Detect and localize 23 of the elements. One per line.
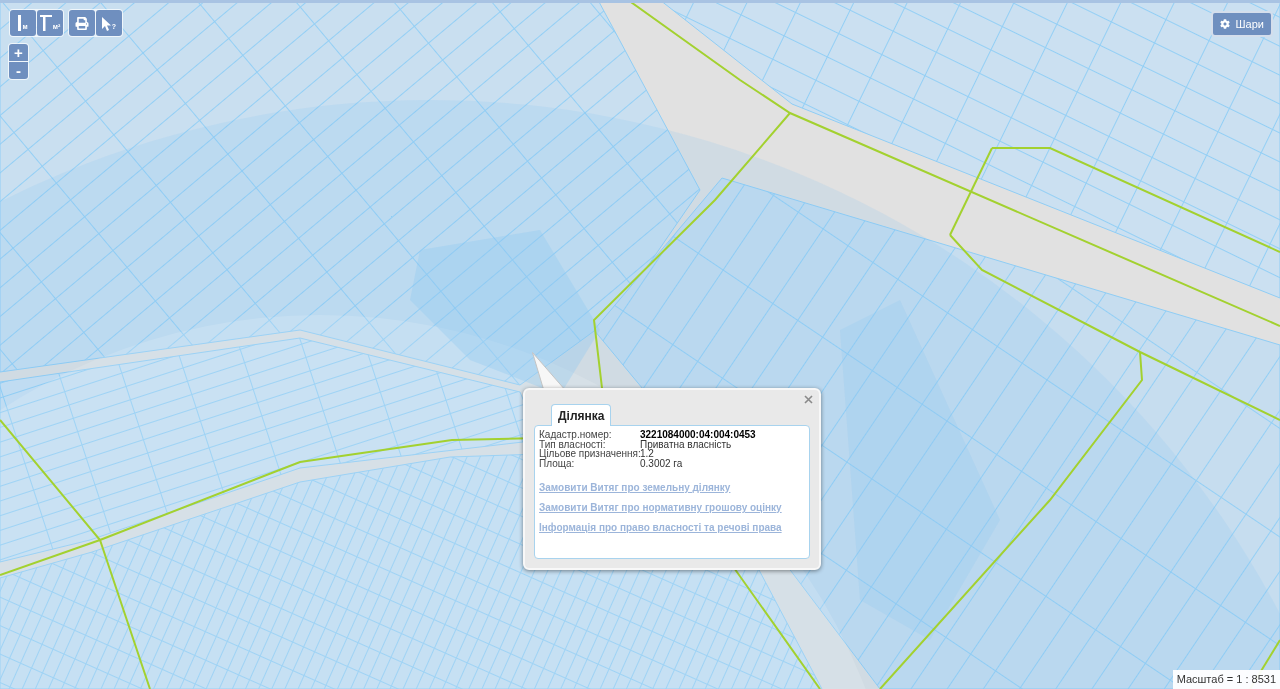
cursor-icon xyxy=(101,17,111,31)
field-label: Цільове призначення: xyxy=(539,449,640,459)
field-value: 3221084000:04:004:0453 xyxy=(640,430,757,440)
t-square-icon xyxy=(39,15,52,31)
info-link[interactable]: Інформація про право власності та речові права xyxy=(539,522,782,534)
print-icon xyxy=(75,17,89,30)
close-button[interactable] xyxy=(803,394,814,405)
zoom-out-button[interactable]: - xyxy=(9,62,28,79)
settings-icon xyxy=(1219,19,1230,29)
field-label: Площа: xyxy=(539,458,575,468)
info-link[interactable]: Замовити Витяг про земельну ділянку xyxy=(539,482,731,494)
layers-button[interactable]: Шари xyxy=(1210,11,1273,37)
close-icon xyxy=(804,395,813,404)
info-link[interactable]: Замовити Витяг про нормативну грошову оцінку xyxy=(539,502,782,514)
zoom-in-button[interactable]: + xyxy=(9,44,28,61)
scale-label: Масштаб = 1 : 8531 xyxy=(1172,670,1280,689)
popup-tab[interactable]: Ділянка xyxy=(551,404,612,426)
field-value: Приватна власність xyxy=(640,439,733,449)
print-button[interactable] xyxy=(69,10,95,36)
field-label: Тип власності: xyxy=(539,439,606,449)
field-value: 1.2 xyxy=(640,449,654,459)
field-label: Кадастр.номер: xyxy=(539,430,613,440)
field-value: 0.3002 га xyxy=(640,458,684,468)
